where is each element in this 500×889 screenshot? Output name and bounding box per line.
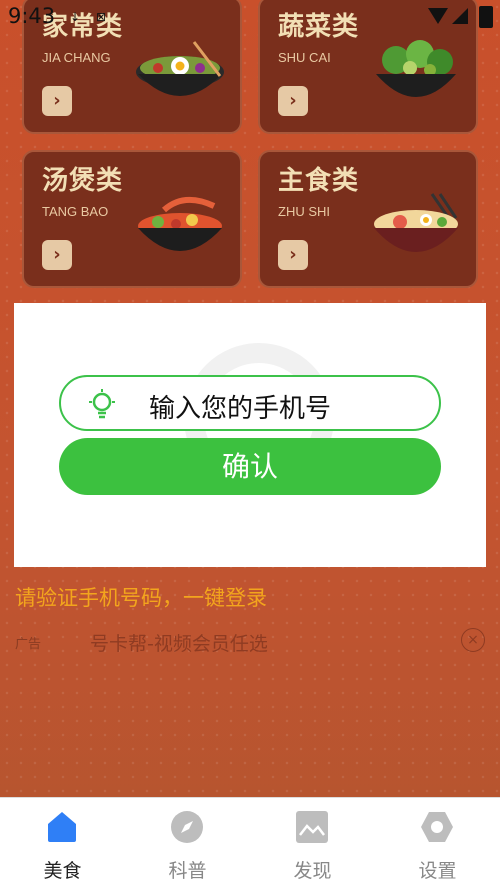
category-arrow-button[interactable]: › [42, 240, 72, 270]
battery-icon [479, 6, 493, 28]
category-card-tangbao[interactable]: 汤煲类 TANG BAO › [22, 150, 242, 288]
ad-close-icon[interactable]: × [461, 628, 485, 652]
bottom-tab-bar: 美食 科普 发现 设置 [0, 797, 500, 889]
tab-label: 发现 [293, 860, 332, 882]
phone-input-placeholder: 输入您的手机号 [149, 394, 332, 424]
wifi-icon [428, 8, 448, 24]
status-bar: 9:43 ↓ ⊠ [0, 0, 500, 34]
category-subtitle: SHU CAI [278, 50, 331, 65]
tab-label: 设置 [418, 860, 457, 882]
compass-icon [171, 811, 203, 843]
category-subtitle: ZHU SHI [278, 204, 330, 219]
category-card-zhushi[interactable]: 主食类 ZHU SHI › [258, 150, 478, 288]
picture-icon [296, 811, 328, 843]
tab-shezhi[interactable]: 设置 [375, 798, 500, 889]
category-arrow-button[interactable]: › [278, 86, 308, 116]
category-arrow-button[interactable]: › [42, 86, 72, 116]
tab-meishi[interactable]: 美食 [0, 798, 125, 889]
login-dialog: 输入您的手机号 确认 [14, 303, 486, 567]
category-title: 汤煲类 [42, 166, 124, 196]
ad-tag: 广告 [15, 637, 42, 652]
settings-icon [421, 812, 453, 842]
ad-text[interactable]: 号卡帮-视频会员任选 [90, 629, 268, 656]
soup-pot-image [138, 197, 222, 251]
category-title: 主食类 [278, 166, 360, 196]
login-hint-text: 请验证手机号码，一键登录 [15, 586, 267, 610]
category-arrow-button[interactable]: › [278, 240, 308, 270]
download-icon: ↓ [70, 10, 81, 24]
confirm-button[interactable]: 确认 [59, 438, 441, 495]
tab-label: 美食 [43, 860, 82, 882]
bowl-image [136, 41, 224, 96]
signal-icon [452, 8, 468, 24]
status-time: 9:43 [8, 4, 56, 28]
tab-kepu[interactable]: 科普 [125, 798, 250, 889]
tab-label: 科普 [168, 860, 207, 882]
lightbulb-icon [89, 389, 115, 419]
ad-banner[interactable]: 广告 号卡帮-视频会员任选 × [15, 628, 487, 658]
notification-icon: ⊠ [96, 10, 107, 24]
salad-bowl-image [376, 40, 456, 97]
phone-number-input[interactable]: 输入您的手机号 [59, 375, 441, 431]
noodle-bowl-image [374, 193, 458, 252]
tab-faxian[interactable]: 发现 [250, 798, 375, 889]
category-subtitle: JIA CHANG [42, 50, 111, 65]
home-icon [48, 812, 76, 842]
category-subtitle: TANG BAO [42, 204, 109, 219]
